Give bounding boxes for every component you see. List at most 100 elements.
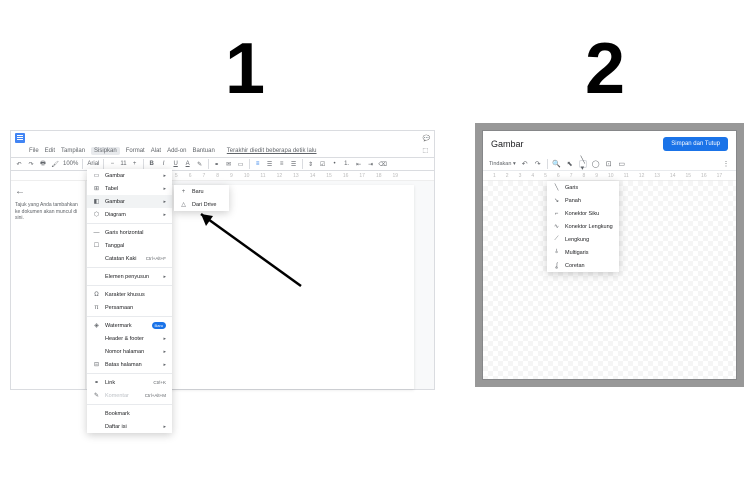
menu-help[interactable]: Bantuan [192,148,214,154]
last-edit-status[interactable]: Terakhir diedit beberapa detik lalu [227,148,317,154]
outdent-icon[interactable]: ⇤ [355,160,363,168]
menu-item[interactable]: ⊟Batas halaman▸ [87,358,172,371]
menu-format[interactable]: Format [126,148,145,154]
menu-view[interactable]: Tampilan [61,148,85,154]
menu-item[interactable]: ⚭LinkCtrl+K [87,376,172,389]
submenu-item[interactable]: +Baru [174,185,229,198]
menu-item[interactable]: Daftar isi▸ [87,420,172,433]
menu-file[interactable]: File [29,148,39,154]
line-menu-item[interactable]: ⟋Lengkung [547,233,619,246]
checklist-icon[interactable]: ☑ [319,160,327,168]
text-color-icon[interactable]: A [184,160,192,168]
clear-format-icon[interactable]: ⌫ [379,160,387,168]
paint-format-icon[interactable]: 🖌 [51,160,59,168]
undo-icon[interactable]: ↶ [15,160,23,168]
menu-item[interactable]: Catatan KakiCtrl+Alt+F [87,252,172,265]
menu-item[interactable]: πPersamaan [87,301,172,314]
doc-titlebar: 💬 ⬚ [11,131,434,145]
numbering-icon[interactable]: 1. [343,160,351,168]
line-tool-dropdown[interactable]: ╲ ▾ [579,160,587,168]
line-menu-item[interactable]: ∿Konektor Lengkung [547,220,619,233]
menu-item[interactable]: ―Garis horizontal [87,226,172,239]
ruler-tick: 16 [701,173,707,179]
comment-tb-icon[interactable]: ✉ [225,160,233,168]
menu-insert[interactable]: Sisipkan [91,147,120,155]
drawing-canvas[interactable]: ╲Garis↘Panah⌐Konektor Siku∿Konektor Leng… [483,181,736,379]
align-center-icon[interactable]: ☰ [266,160,274,168]
select-icon[interactable]: ⬉ [566,160,574,168]
menu-item[interactable]: ΩKarakter khusus [87,288,172,301]
docs-logo-icon[interactable] [15,133,25,143]
redo-icon[interactable]: ↷ [27,160,35,168]
zoom-select[interactable]: 100% [63,161,78,167]
new-badge: Baru [152,322,166,329]
ruler-tick: 11 [624,173,629,179]
menu-item-icon: ▭ [93,172,100,179]
menu-item[interactable]: ◈WatermarkBaru [87,319,172,332]
line-type-icon: ⫰ [553,249,560,256]
menu-item-icon: ― [93,229,100,236]
back-arrow-icon[interactable]: ← [15,185,81,198]
line-menu-item[interactable]: ⫰Multigaris [547,246,619,259]
align-left-icon[interactable]: ≡ [254,160,262,168]
font-inc-icon[interactable]: + [131,160,139,168]
image-icon[interactable]: ▭ [618,160,626,168]
menu-item[interactable]: ▭Gambar▸ [87,169,172,182]
horizontal-ruler: 112345678910111213141516171819 [11,171,434,181]
menu-item[interactable]: Header & footer▸ [87,332,172,345]
line-spacing-icon[interactable]: ⇕ [307,160,315,168]
ruler-tick: 6 [189,173,192,179]
undo-icon[interactable]: ↶ [521,160,529,168]
menu-addons[interactable]: Add-on [167,148,186,154]
save-close-button[interactable]: Simpan dan Tutup [663,137,728,151]
highlight-icon[interactable]: ✎ [196,160,204,168]
submenu-arrow-icon: ▸ [163,336,166,342]
image-tb-icon[interactable]: ▭ [237,160,245,168]
menu-item: ✎KomentarCtrl+Alt+M [87,389,172,402]
shape-icon[interactable]: ◯ [592,160,600,168]
menu-item[interactable]: Nomor halaman▸ [87,345,172,358]
align-right-icon[interactable]: ≡ [278,160,286,168]
underline-icon[interactable]: U [172,160,180,168]
menu-item[interactable]: ⊞Tabel▸ [87,182,172,195]
line-menu-item[interactable]: ʆCoretan [547,259,619,272]
menu-item[interactable]: ◧Gambar▸ [87,195,172,208]
comment-icon[interactable]: 💬 [423,135,430,142]
indent-icon[interactable]: ⇥ [367,160,375,168]
font-size[interactable]: 11 [120,161,126,167]
submenu-arrow-icon: ▸ [163,173,166,179]
submenu-item-label: Dari Drive [192,202,216,208]
font-dec-icon[interactable]: − [108,160,116,168]
ruler-tick: 17 [359,173,365,179]
line-type-label: Panah [565,198,581,204]
menu-item[interactable]: ⬡Diagram▸ [87,208,172,221]
bullets-icon[interactable]: • [331,160,339,168]
menu-edit[interactable]: Edit [45,148,55,154]
font-select[interactable]: Arial [87,161,99,167]
line-type-icon: ʆ [553,262,560,269]
menu-item[interactable]: ☐Tanggal [87,239,172,252]
italic-icon[interactable]: I [160,160,168,168]
line-type-icon: ∿ [553,223,560,230]
toolbar: ↶ ↷ 🖶 🖌 100% Arial − 11 + B I U A ✎ ⚭ ✉ … [11,157,434,171]
share-button[interactable]: ⬚ [422,147,428,154]
submenu-item[interactable]: △Dari Drive [174,198,229,211]
menu-item-label: Karakter khusus [105,292,145,298]
menu-item[interactable]: Bookmark [87,407,172,420]
menu-tools[interactable]: Alat [151,148,161,154]
line-menu-item[interactable]: ⌐Konektor Siku [547,207,619,220]
menu-item-label: Komentar [105,393,129,399]
align-justify-icon[interactable]: ☰ [290,160,298,168]
link-icon[interactable]: ⚭ [213,160,221,168]
line-menu-item[interactable]: ╲Garis [547,181,619,194]
ruler-tick: 7 [570,173,573,179]
redo-icon[interactable]: ↷ [534,160,542,168]
print-icon[interactable]: 🖶 [39,160,47,168]
zoom-icon[interactable]: 🔍 [553,160,561,168]
menu-item[interactable]: Elemen penyusun▸ [87,270,172,283]
bold-icon[interactable]: B [148,160,156,168]
textbox-icon[interactable]: ⊡ [605,160,613,168]
actions-dropdown[interactable]: Tindakan ▾ [489,161,516,167]
more-icon[interactable]: ⋮ [722,160,730,168]
line-menu-item[interactable]: ↘Panah [547,194,619,207]
